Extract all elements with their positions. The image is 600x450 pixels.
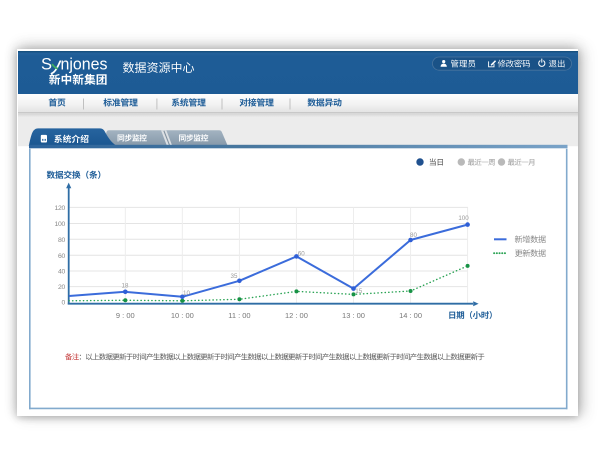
svg-text:60: 60 — [298, 250, 305, 257]
svg-text:13 : 00: 13 : 00 — [342, 311, 365, 320]
svg-text:35: 35 — [231, 273, 238, 280]
svg-text:80: 80 — [410, 232, 417, 239]
svg-text:20: 20 — [58, 284, 65, 291]
svg-text:S: S — [41, 56, 52, 74]
svg-text:40: 40 — [58, 269, 65, 276]
svg-text:10 : 00: 10 : 00 — [171, 311, 194, 320]
svg-text:60: 60 — [58, 253, 65, 260]
svg-text:15: 15 — [355, 288, 362, 295]
svg-text:12 : 00: 12 : 00 — [285, 311, 308, 320]
svg-text:80: 80 — [58, 237, 65, 244]
svg-text:120: 120 — [55, 205, 66, 212]
svg-text:11 : 00: 11 : 00 — [228, 311, 250, 320]
svg-text:0: 0 — [62, 299, 66, 306]
svg-text:9 : 00: 9 : 00 — [116, 311, 135, 320]
svg-text:14 : 00: 14 : 00 — [399, 311, 422, 320]
svg-text:10: 10 — [183, 290, 190, 297]
svg-text:18: 18 — [122, 283, 129, 290]
svg-text:njones: njones — [61, 56, 108, 74]
svg-text:100: 100 — [55, 221, 66, 228]
svg-text:100: 100 — [458, 215, 469, 222]
